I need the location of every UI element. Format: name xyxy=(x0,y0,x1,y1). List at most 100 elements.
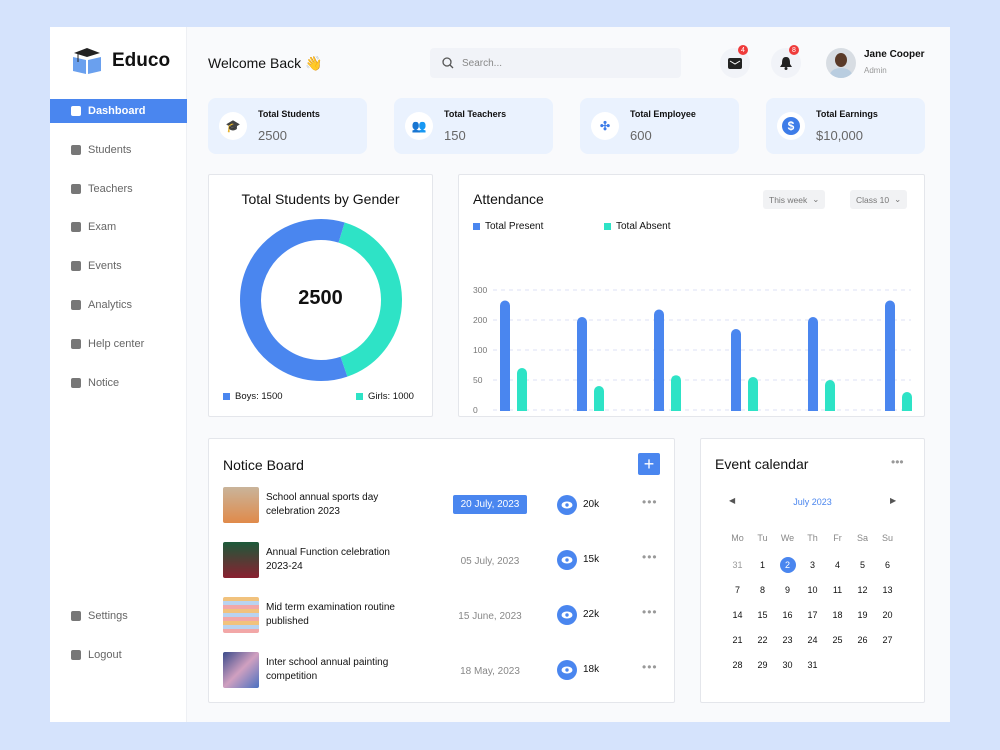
calendar-day[interactable]: 13 xyxy=(875,580,900,600)
stat-label: Total Teachers xyxy=(444,109,507,119)
logo: Educo xyxy=(70,47,170,75)
calendar-day[interactable]: 4 xyxy=(825,555,850,575)
notice-title: Inter school annual painting competition xyxy=(266,657,389,682)
notifications-button[interactable]: 8 xyxy=(771,45,801,78)
more-options-button[interactable]: ••• xyxy=(642,550,658,564)
calendar-day[interactable]: 28 xyxy=(725,655,750,675)
calendar-days: 31 1 2 3 4 5 6 7 8 9 10 11 12 13 14 15 16 17 18 19 20 21 22 23 2… xyxy=(725,555,900,675)
bar-base xyxy=(577,405,587,411)
bar-base xyxy=(902,405,912,411)
stat-card-total-students[interactable]: 🎓 Total Students 2500 xyxy=(208,98,367,154)
gender-title: Total Students by Gender xyxy=(241,191,400,207)
sidebar-item-settings[interactable]: Settings xyxy=(50,604,187,628)
legend-girls: Girls: 1000 xyxy=(356,391,414,402)
bell-icon xyxy=(780,57,792,70)
calendar-day[interactable]: 3 xyxy=(800,555,825,575)
calendar-day[interactable]: 26 xyxy=(850,630,875,650)
sidebar-item-label: Students xyxy=(88,143,132,156)
users-icon: 👥 xyxy=(405,112,433,140)
y-tick-label: 0 xyxy=(473,405,478,415)
calendar-day[interactable]: 24 xyxy=(800,630,825,650)
stat-label: Total Earnings xyxy=(816,109,878,119)
sidebar-item-exam[interactable]: Exam xyxy=(50,215,187,239)
calendar-day[interactable]: 19 xyxy=(850,605,875,625)
calendar-day[interactable]: 25 xyxy=(825,630,850,650)
sidebar-item-label: Logout xyxy=(88,648,122,661)
sidebar-item-logout[interactable]: Logout xyxy=(50,643,187,667)
notice-row[interactable]: School annual sports day celebration 202… xyxy=(223,487,663,523)
avatar[interactable] xyxy=(826,48,856,78)
calendar-day[interactable]: 16 xyxy=(775,605,800,625)
add-notice-button[interactable]: + xyxy=(638,453,660,475)
mail-icon xyxy=(728,57,742,69)
sidebar-item-dashboard[interactable]: Dashboard xyxy=(50,99,187,123)
calendar-day[interactable]: 27 xyxy=(875,630,900,650)
bar-base xyxy=(885,405,895,411)
sidebar-item-notice[interactable]: Notice xyxy=(50,371,187,395)
stat-card-total-earnings[interactable]: $ Total Earnings $10,000 xyxy=(766,98,925,154)
calendar-day[interactable]: 6 xyxy=(875,555,900,575)
calendar-day[interactable]: 9 xyxy=(775,580,800,600)
sidebar-item-teachers[interactable]: Teachers xyxy=(50,177,187,201)
sidebar-item-analytics[interactable]: Analytics xyxy=(50,293,187,317)
calendar-day[interactable]: 1 xyxy=(750,555,775,575)
sidebar-item-label: Teachers xyxy=(88,182,133,195)
legend-swatch xyxy=(223,393,230,400)
more-options-button[interactable]: ••• xyxy=(642,605,658,619)
calendar-day[interactable]: 14 xyxy=(725,605,750,625)
sidebar-item-students[interactable]: Students xyxy=(50,138,187,162)
calendar-day[interactable]: 8 xyxy=(750,580,775,600)
calendar-icon xyxy=(71,261,81,272)
weekday-label: Sa xyxy=(856,533,868,543)
help-icon xyxy=(71,338,81,349)
sidebar: Educo Dashboard Students Teachers Exam Event… xyxy=(50,27,187,722)
main-content: Welcome Back 👋 Search... 4 8 Jane Cooper… xyxy=(187,27,950,722)
notice-row[interactable]: Annual Function celebration 2023-24 05 Ju… xyxy=(223,542,663,578)
calendar-day[interactable]: 7 xyxy=(725,580,750,600)
notice-row[interactable]: Inter school annual painting competition… xyxy=(223,652,663,688)
stat-card-total-employee[interactable]: ✣ Total Employee 600 xyxy=(580,98,739,154)
attendance-card: Attendance This week ⌄ Class 10 ⌄ Total Pr… xyxy=(458,174,925,417)
calendar-day[interactable]: 30 xyxy=(775,655,800,675)
sidebar-bottom-nav: Settings Logout xyxy=(50,604,187,682)
calendar-day[interactable]: 22 xyxy=(750,630,775,650)
grid-icon xyxy=(71,106,81,116)
weekday-header: Mo Tu We Th Fr Sa Su xyxy=(725,528,900,548)
calendar-day[interactable]: 23 xyxy=(775,630,800,650)
notice-thumbnail xyxy=(223,597,259,633)
calendar-day[interactable]: 5 xyxy=(850,555,875,575)
more-options-button[interactable]: ••• xyxy=(642,495,658,509)
bar-base xyxy=(517,405,527,411)
logout-icon xyxy=(71,649,81,660)
bar-total-present xyxy=(500,300,510,411)
calendar-day[interactable]: 15 xyxy=(750,605,775,625)
search-input[interactable]: Search... xyxy=(430,48,681,78)
calendar-day[interactable]: 29 xyxy=(750,655,775,675)
calendar-day[interactable]: 31 xyxy=(725,555,750,575)
more-options-button[interactable]: ••• xyxy=(642,660,658,674)
calendar-day[interactable]: 31 xyxy=(800,655,825,675)
notice-row[interactable]: Mid term examination routine published 15… xyxy=(223,597,663,633)
calendar-day[interactable]: 21 xyxy=(725,630,750,650)
sidebar-item-events[interactable]: Events xyxy=(50,254,187,278)
calendar-day[interactable]: 10 xyxy=(800,580,825,600)
next-month-button[interactable]: ▶ xyxy=(890,496,896,505)
clipboard-icon xyxy=(71,222,81,233)
mail-button[interactable]: 4 xyxy=(720,45,750,78)
sidebar-item-help-center[interactable]: Help center xyxy=(50,332,187,356)
y-tick-label: 50 xyxy=(473,375,483,385)
calendar-day[interactable]: 17 xyxy=(800,605,825,625)
bar-base xyxy=(731,405,741,411)
sidebar-item-label: Settings xyxy=(88,610,128,622)
calendar-more-button[interactable]: ••• xyxy=(891,455,904,469)
donut-total: 2500 xyxy=(298,287,343,309)
notice-title: Mid term examination routine published xyxy=(266,602,395,627)
calendar-day[interactable]: 11 xyxy=(825,580,850,600)
calendar-day[interactable]: 12 xyxy=(850,580,875,600)
calendar-day[interactable]: 2 xyxy=(779,557,796,573)
calendar-day[interactable]: 20 xyxy=(875,605,900,625)
calendar-day[interactable]: 18 xyxy=(825,605,850,625)
weekday-label: Mo xyxy=(731,533,744,543)
stat-card-total-teachers[interactable]: 👥 Total Teachers 150 xyxy=(394,98,553,154)
weekday-label: Tu xyxy=(757,533,768,543)
